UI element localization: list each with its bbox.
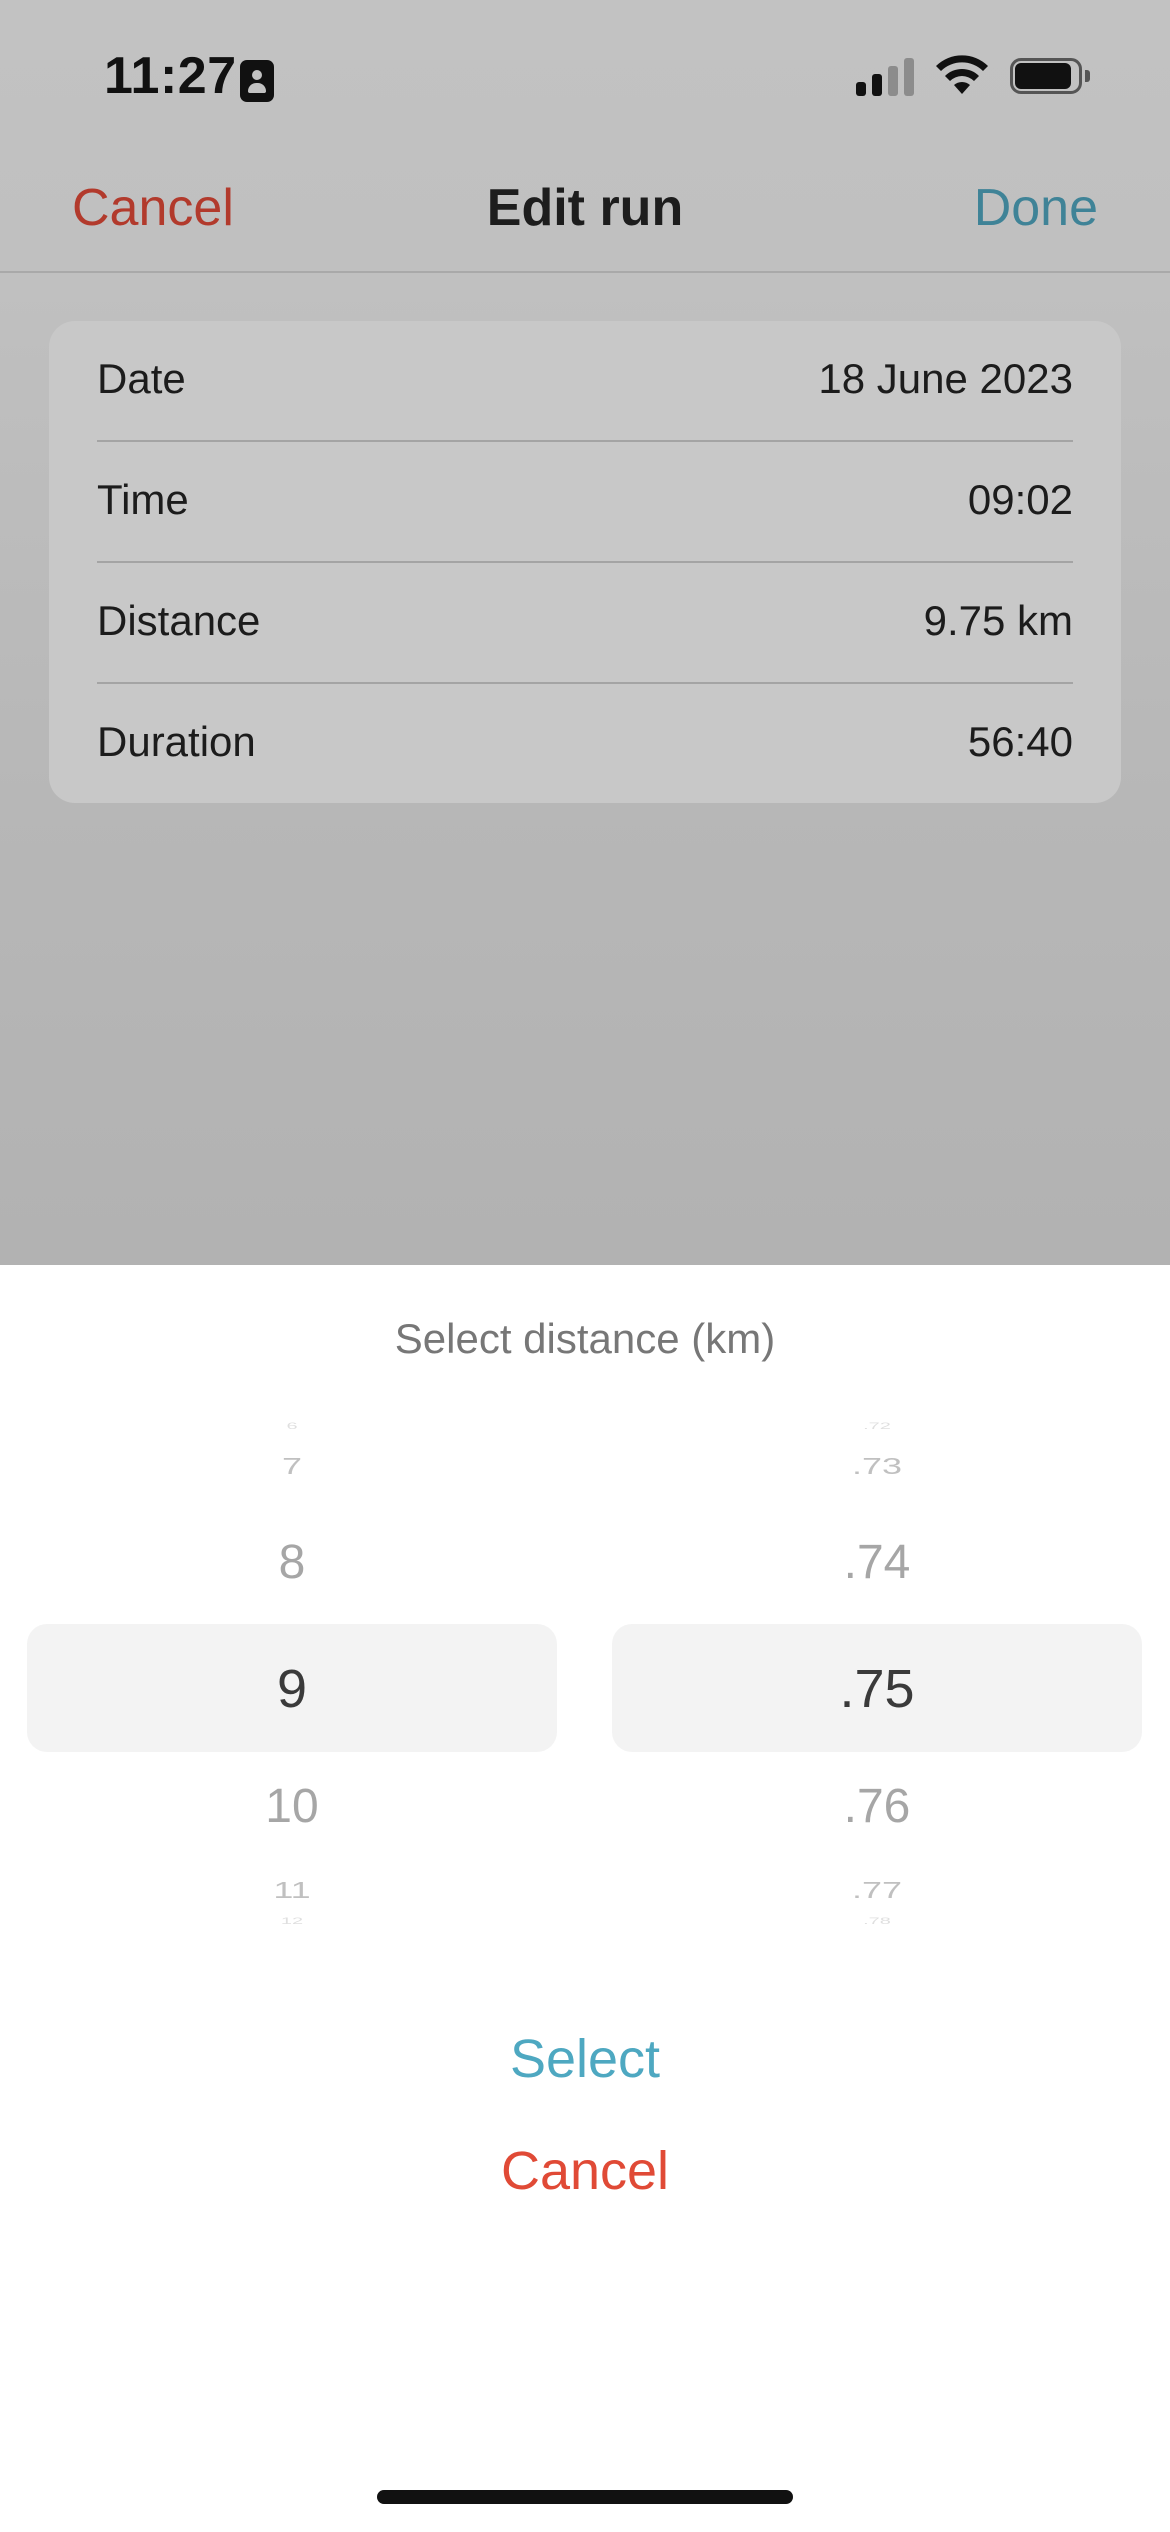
battery-icon — [1010, 58, 1092, 96]
decimal-km-option[interactable]: .78 — [612, 1916, 1142, 1926]
wifi-icon — [936, 55, 988, 94]
distance-row[interactable]: Distance 9.75 km — [49, 563, 1121, 683]
distance-label: Distance — [97, 597, 261, 644]
whole-km-option[interactable]: 11 — [27, 1876, 557, 1903]
whole-km-option[interactable]: 6 — [27, 1421, 557, 1431]
decimal-km-option[interactable]: .77 — [612, 1876, 1142, 1903]
whole-km-option[interactable]: 12 — [27, 1916, 557, 1926]
whole-km-option[interactable]: 8 — [27, 1535, 557, 1590]
time-label: Time — [97, 476, 189, 523]
whole-km-option[interactable]: 7 — [27, 1452, 557, 1479]
navigation-bar: Cancel Edit run Done — [0, 150, 1170, 273]
whole-km-selected[interactable]: 9 — [27, 1658, 557, 1720]
distance-picker-sheet: Select distance (km) 6 7 8 9 10 11 12 .7… — [0, 1265, 1170, 2532]
date-value: 18 June 2023 — [818, 355, 1073, 402]
date-row[interactable]: Date 18 June 2023 — [49, 321, 1121, 441]
whole-km-option[interactable]: 10 — [27, 1779, 557, 1834]
decimal-km-option[interactable]: .76 — [612, 1779, 1142, 1834]
cellular-signal-icon — [856, 56, 916, 96]
duration-value: 56:40 — [967, 718, 1073, 765]
select-button[interactable]: Select — [0, 2028, 1170, 2090]
done-button[interactable]: Done — [974, 178, 1098, 238]
decimal-km-selected[interactable]: .75 — [612, 1658, 1142, 1720]
decimal-km-option[interactable]: .72 — [612, 1421, 1142, 1431]
date-label: Date — [97, 355, 186, 402]
picker-title: Select distance (km) — [394, 1315, 776, 1362]
time-row[interactable]: Time 09:02 — [49, 442, 1121, 562]
status-time: 11:27 — [104, 47, 237, 105]
decimal-km-option[interactable]: .73 — [612, 1452, 1142, 1479]
contact-card-icon — [240, 60, 274, 102]
duration-row[interactable]: Duration 56:40 — [49, 684, 1121, 803]
run-details-card: Date 18 June 2023 Time 09:02 Distance 9.… — [49, 321, 1121, 803]
home-indicator[interactable] — [377, 2490, 793, 2504]
duration-label: Duration — [97, 718, 256, 765]
status-bar: 11:27 — [0, 0, 1170, 150]
time-value: 09:02 — [967, 476, 1073, 523]
sheet-cancel-button[interactable]: Cancel — [0, 2140, 1170, 2202]
distance-value: 9.75 km — [923, 597, 1073, 644]
decimal-km-option[interactable]: .74 — [612, 1535, 1142, 1590]
